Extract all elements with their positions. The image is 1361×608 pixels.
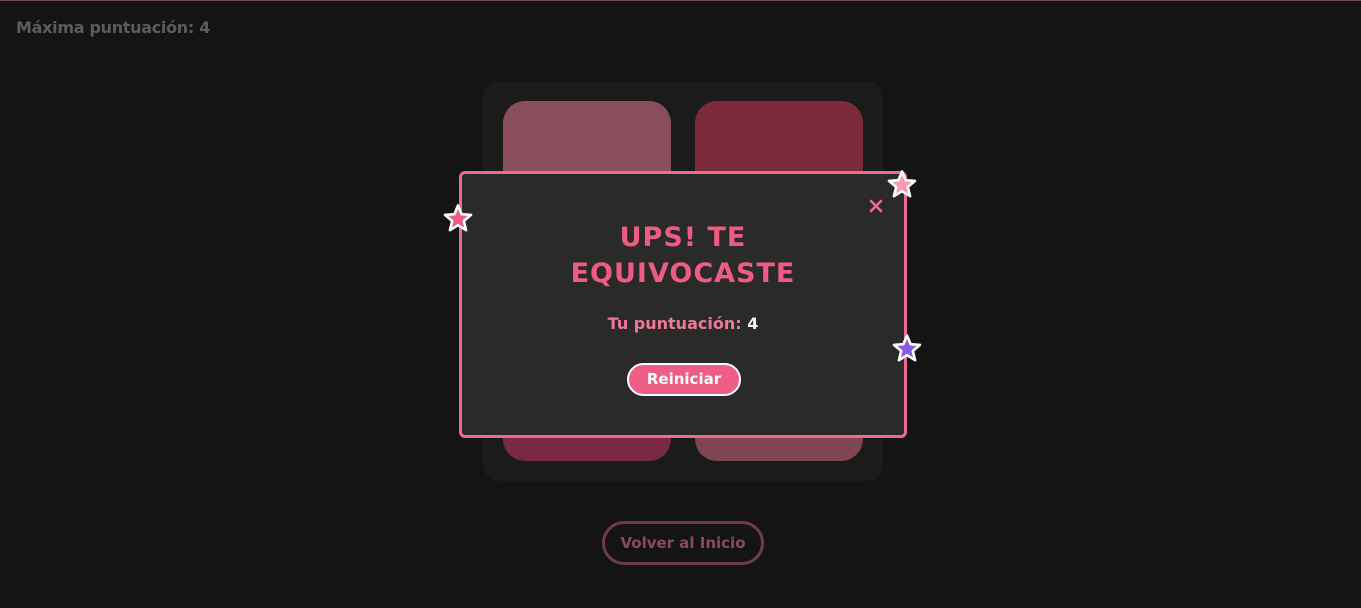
- restart-button[interactable]: Reiniciar: [627, 363, 741, 396]
- star-icon: [441, 202, 475, 236]
- final-score-label: Tu puntuación:: [607, 314, 742, 333]
- close-icon: [869, 199, 883, 213]
- star-icon: [890, 332, 924, 366]
- back-to-home-button[interactable]: Volver al Inicio: [602, 521, 764, 565]
- star-icon: [885, 168, 919, 202]
- game-over-title: UPS! TE EQUIVOCASTE: [462, 220, 904, 292]
- high-score-label: Máxima puntuación: 4: [16, 18, 211, 37]
- close-modal-button[interactable]: [866, 196, 886, 216]
- game-over-title-line1: UPS! TE: [619, 222, 747, 253]
- game-over-title-line2: EQUIVOCASTE: [570, 258, 796, 289]
- final-score: Tu puntuación: 4: [462, 314, 904, 333]
- final-score-value: 4: [747, 314, 759, 333]
- top-divider: [0, 0, 1361, 1]
- game-over-modal: UPS! TE EQUIVOCASTE Tu puntuación: 4 Rei…: [459, 171, 907, 438]
